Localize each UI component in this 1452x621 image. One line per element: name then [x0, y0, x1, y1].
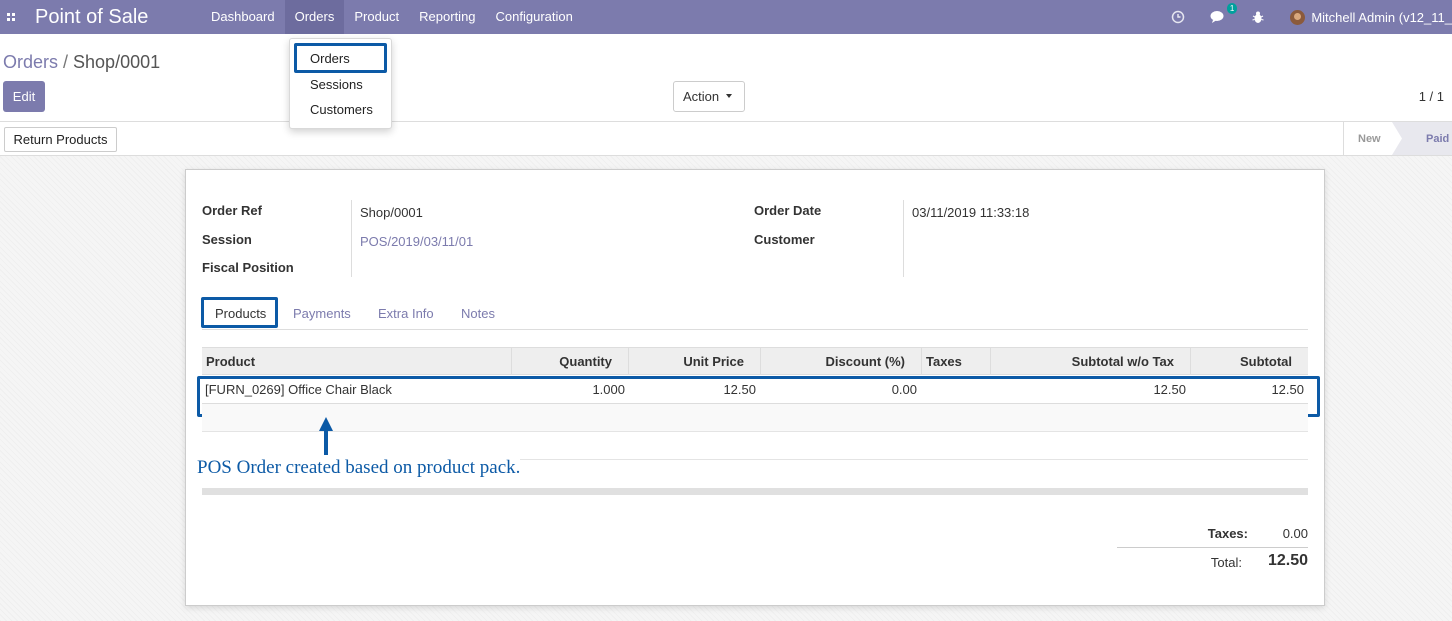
- grand-total-label: Total:: [1210, 555, 1242, 570]
- tab-extra-info[interactable]: Extra Info: [378, 306, 434, 321]
- top-navbar: Point of Sale Dashboard Orders Product R…: [0, 0, 1452, 34]
- app-brand[interactable]: Point of Sale: [35, 6, 201, 29]
- user-name: Mitchell Admin (v12_11_: [1311, 9, 1452, 25]
- systray: 1 Mitchell Admin (v12_11_: [1170, 0, 1452, 34]
- order-date-value: 03/11/2019 11:33:18: [912, 205, 1030, 220]
- field-divider: [903, 200, 904, 277]
- cell-product: [FURN_0269] Office Chair Black: [205, 382, 392, 397]
- cell-subtotal: 12.50: [1271, 382, 1304, 397]
- order-ref-label: Order Ref: [202, 203, 262, 218]
- tab-notes[interactable]: Notes: [461, 306, 495, 321]
- caret-down-icon: [726, 93, 733, 98]
- column-subtotal[interactable]: Subtotal: [1191, 348, 1308, 375]
- order-ref-value: Shop/0001: [360, 205, 423, 220]
- column-subtotal-wo-tax[interactable]: Subtotal w/o Tax: [991, 348, 1191, 375]
- column-taxes[interactable]: Taxes: [922, 348, 991, 375]
- taxes-total-label: Taxes:: [1207, 526, 1248, 541]
- fiscal-position-label: Fiscal Position: [202, 260, 294, 275]
- activity-clock-icon[interactable]: [1170, 9, 1186, 25]
- cell-taxes: [926, 376, 986, 404]
- tab-payments[interactable]: Payments: [293, 306, 351, 321]
- menu-orders[interactable]: Orders: [284, 0, 345, 34]
- cell-quantity: 1.000: [592, 382, 625, 397]
- status-stages: New Paid: [1343, 122, 1452, 155]
- dropdown-item-sessions[interactable]: Sessions: [310, 77, 363, 92]
- notebook-tabs: Products Payments Extra Info Notes: [202, 298, 1308, 330]
- table-footer: [202, 488, 1308, 495]
- field-divider: [351, 200, 352, 277]
- taxes-total-value: 0.00: [1282, 526, 1308, 541]
- stage-paid[interactable]: Paid: [1426, 133, 1449, 145]
- debug-bug-icon[interactable]: [1250, 9, 1266, 25]
- dropdown-item-orders[interactable]: Orders: [310, 51, 350, 66]
- column-quantity[interactable]: Quantity: [512, 348, 629, 375]
- action-label: Action: [683, 89, 720, 104]
- column-unit-price[interactable]: Unit Price: [629, 348, 761, 375]
- menu-configuration[interactable]: Configuration: [486, 0, 583, 34]
- order-date-label: Order Date: [754, 203, 822, 218]
- menu-dashboard[interactable]: Dashboard: [201, 0, 285, 34]
- column-product[interactable]: Product: [202, 348, 512, 375]
- cell-discount: 0.00: [891, 382, 917, 397]
- arrow-up-icon: [319, 417, 333, 455]
- annotation-text: POS Order created based on product pack.: [197, 457, 521, 479]
- main-menu: Dashboard Orders Product Reporting Confi…: [201, 0, 583, 34]
- column-discount[interactable]: Discount (%): [761, 348, 922, 375]
- user-menu[interactable]: Mitchell Admin (v12_11_: [1290, 9, 1452, 25]
- breadcrumb-current: Shop/0001: [73, 52, 161, 72]
- chat-badge: 1: [1226, 3, 1238, 14]
- cell-subtotal-wo-tax: 12.50: [1153, 382, 1186, 397]
- menu-reporting[interactable]: Reporting: [409, 0, 485, 34]
- table-header: Product Quantity Unit Price Discount (%)…: [202, 347, 1308, 375]
- customer-label: Customer: [754, 232, 815, 247]
- cell-unit-price: 12.50: [723, 382, 756, 397]
- user-avatar: [1290, 9, 1306, 25]
- empty-table-row: [202, 404, 1308, 432]
- stage-new[interactable]: New: [1358, 133, 1381, 145]
- breadcrumb-orders-link[interactable]: Orders: [3, 52, 58, 72]
- menu-product[interactable]: Product: [344, 0, 409, 34]
- table-row[interactable]: [FURN_0269] Office Chair Black 1.000 12.…: [202, 376, 1308, 404]
- return-products-button[interactable]: Return Products: [4, 127, 117, 152]
- totals-divider: [1117, 547, 1308, 548]
- dropdown-item-customers[interactable]: Customers: [310, 102, 373, 117]
- edit-button[interactable]: Edit: [3, 81, 45, 112]
- orders-dropdown-menu: Orders Sessions Customers: [289, 38, 392, 129]
- tab-products[interactable]: Products: [215, 306, 266, 321]
- action-dropdown-button[interactable]: Action: [673, 81, 745, 112]
- grand-total-value: 12.50: [1267, 552, 1308, 569]
- apps-menu-icon[interactable]: [0, 0, 22, 34]
- form-sheet: Order Ref Session Fiscal Position Shop/0…: [185, 169, 1325, 606]
- breadcrumb: Orders / Shop/0001: [3, 52, 161, 72]
- session-label: Session: [202, 232, 252, 247]
- empty-table-row: [202, 432, 1308, 460]
- form-statusbar: Return Products New Paid: [0, 122, 1452, 156]
- chat-icon[interactable]: 1: [1210, 3, 1238, 25]
- pager: 1 / 1: [1418, 89, 1444, 104]
- session-link[interactable]: POS/2019/03/11/01: [360, 234, 473, 249]
